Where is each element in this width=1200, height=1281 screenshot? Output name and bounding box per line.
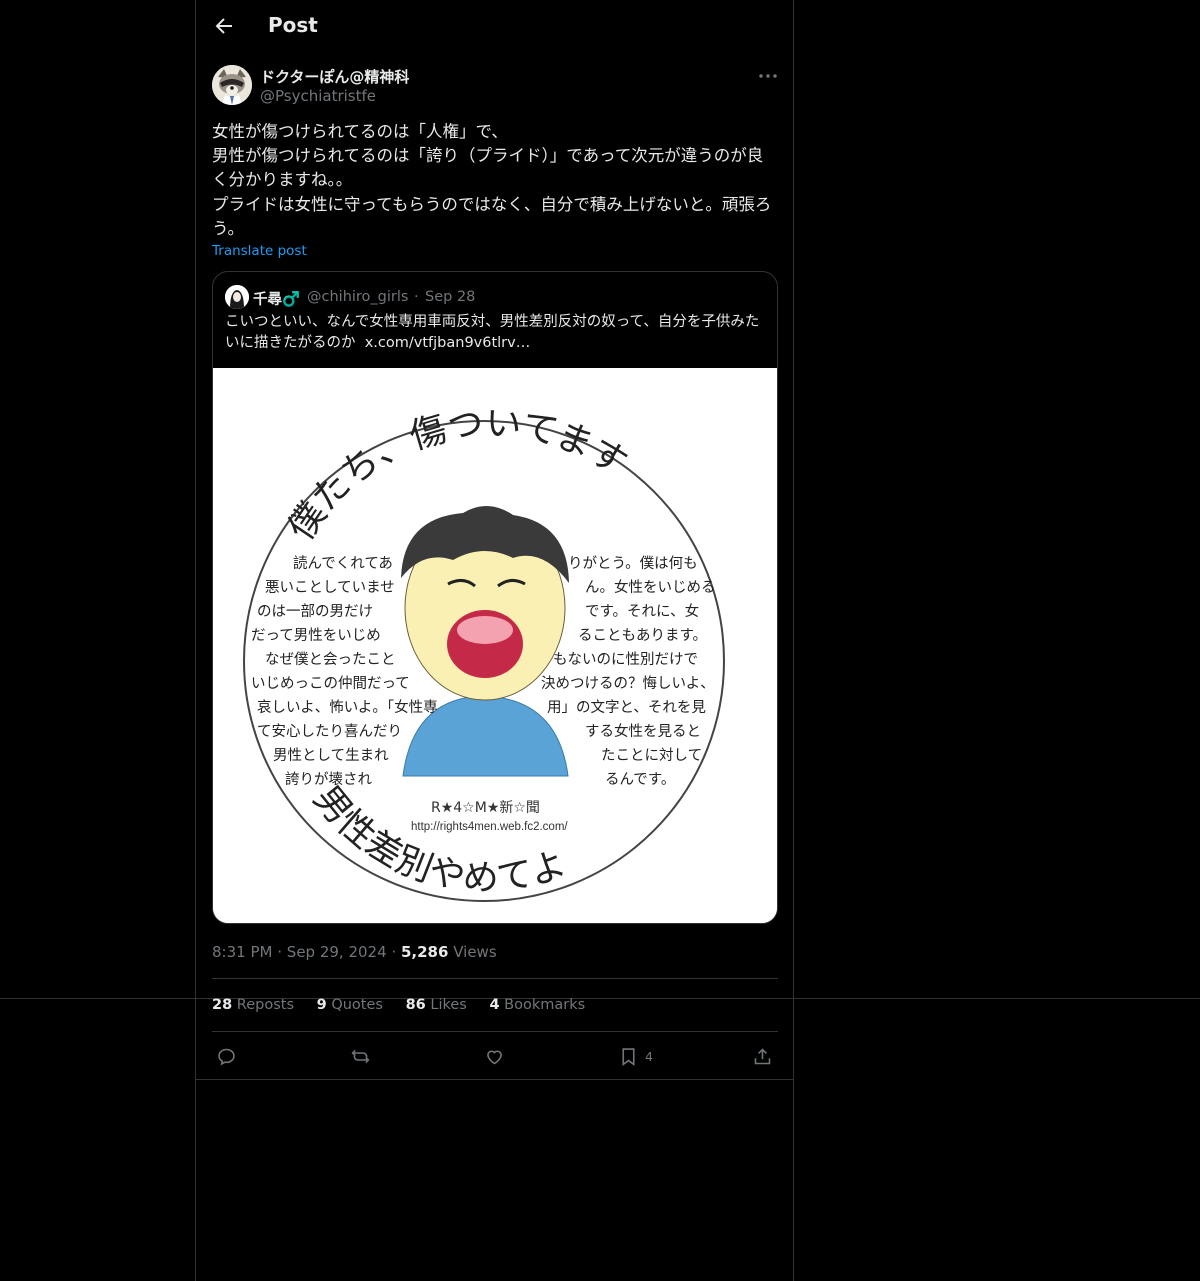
poster-left-line-8: て安心したり喜んだり <box>257 723 402 740</box>
poster-right-line-6: 決めつけるの？悔しいよ、 <box>541 675 715 692</box>
like-button[interactable] <box>484 1042 505 1070</box>
post-text: 女性が傷つけられてるのは「人権」で、 男性が傷つけられてるのは「誇り（プライド）… <box>212 122 772 238</box>
likes-count: 86 <box>405 997 426 1013</box>
quoted-author-name[interactable]: 千尋♂️ <box>253 288 300 309</box>
quoted-image[interactable]: 僕たち、傷ついてます 男性差別やめてよ 読んでくれてあ 悪いことしていませ のは… <box>213 368 777 923</box>
bookmark-button[interactable]: 4 <box>618 1042 653 1070</box>
poster-right-line-10: るんです。 <box>605 771 675 788</box>
translate-post-link[interactable]: Translate post <box>212 243 307 259</box>
quoted-separator: · <box>414 289 419 305</box>
poster-left-line-9: 男性として生まれ <box>273 747 389 764</box>
post-date[interactable]: Sep 29, 2024 <box>287 943 387 961</box>
author-name[interactable]: ドクターぽん@精神科 <box>260 66 409 87</box>
like-icon <box>487 1050 502 1064</box>
poster-right-line-3: です。それに、女 <box>585 602 699 620</box>
poster-right-line-2: ん。女性をいじめる <box>585 578 716 596</box>
poster-left-line-1: 読んでくれてあ <box>293 555 393 572</box>
share-icon <box>754 1047 771 1064</box>
raccoon-avatar-illustration <box>212 65 252 105</box>
reposts-label: Reposts <box>236 997 295 1013</box>
poster-right-line-7: 用」の文字と、それを見 <box>547 699 706 716</box>
quoted-post[interactable]: 千尋♂️ @chihiro_girls · Sep 28 こいつといい、なんで女… <box>212 271 778 924</box>
quoted-author-avatar[interactable] <box>225 285 249 309</box>
post-meta: 8:31 PM · Sep 29, 2024 · 5,286 Views <box>212 943 497 961</box>
author-handle[interactable]: @Psychiatristfe <box>260 87 376 105</box>
repost-icon <box>351 1049 370 1063</box>
bookmark-count: 4 <box>645 1048 653 1064</box>
poster-left-line-2: 悪いことしていませ <box>265 580 395 596</box>
poster-right-line-1: りがとう。僕は何も <box>568 555 698 572</box>
bookmarks-stat[interactable]: 4 Bookmarks <box>489 997 585 1013</box>
quoted-text: こいつといい、なんで女性専用車両反対、男性差別反対の奴って、自分を子供みたいに描… <box>225 312 770 354</box>
post-stats: 28 Reposts 9 Quotes 86 Likes 4 Bookmarks <box>212 997 603 1013</box>
poster-right-line-8: する女性を見ると <box>585 722 701 740</box>
post-time[interactable]: 8:31 PM <box>212 943 272 961</box>
quotes-stat[interactable]: 9 Quotes <box>317 997 383 1013</box>
poster-url: http://rights4men.web.fc2.com/ <box>411 821 568 833</box>
more-icon[interactable] <box>756 64 780 88</box>
action-bar: 4 <box>212 1042 778 1072</box>
meta-separator-2: · <box>391 943 397 961</box>
poster-signature: R★4☆M★新☆聞 <box>431 800 540 816</box>
poster-right-line-5: もないのに性別だけで <box>553 651 698 668</box>
back-arrow-icon[interactable] <box>212 14 236 38</box>
bookmarks-count: 4 <box>489 997 500 1013</box>
share-button[interactable] <box>752 1042 773 1070</box>
views-count: 5,286 <box>400 943 449 961</box>
post-bottom-border <box>196 1079 793 1080</box>
poster-right-line-4: ることもあります。 <box>578 627 707 644</box>
quoted-date[interactable]: Sep 28 <box>425 289 475 305</box>
poster-right-line-9: たことに対して <box>601 747 702 764</box>
poster-left-line-6: いじめっこの仲間だって <box>251 675 410 692</box>
stats-divider-top <box>212 978 778 979</box>
bookmarks-label: Bookmarks <box>504 997 586 1013</box>
author-avatar[interactable] <box>212 65 252 105</box>
top-bar: Post <box>196 0 793 54</box>
views-label: Views <box>453 943 497 961</box>
poster-left-line-5: なぜ僕と会ったこと <box>265 651 396 668</box>
quoted-avatar-illustration <box>225 285 249 309</box>
quotes-label: Quotes <box>331 997 383 1013</box>
likes-stat[interactable]: 86 Likes <box>406 997 467 1013</box>
bookmark-icon <box>622 1047 635 1066</box>
repost-button[interactable] <box>350 1042 371 1070</box>
reposts-stat[interactable]: 28 Reposts <box>212 997 294 1013</box>
poster-left-line-4: だって男性をいじめ <box>251 627 381 644</box>
reposts-count: 28 <box>212 997 233 1013</box>
poster-left-line-7: 哀しいよ、怖いよ。「女性専 <box>257 698 438 716</box>
main-column: Post ドクターぽん@精神科 @Psychiatristfe 女性が傷つけられ… <box>195 0 794 1281</box>
quotes-count: 9 <box>316 997 327 1013</box>
quoted-author-handle[interactable]: @chihiro_girls <box>307 289 408 305</box>
reply-icon <box>218 1048 235 1065</box>
poster-left-line-10: 誇りが壊され <box>285 771 372 788</box>
page-title: Post <box>268 13 318 37</box>
reply-button[interactable] <box>216 1042 237 1070</box>
stats-divider-bottom <box>212 1031 778 1032</box>
meta-separator-1: · <box>277 943 283 961</box>
likes-label: Likes <box>430 997 467 1013</box>
poster-illustration: 僕たち、傷ついてます 男性差別やめてよ 読んでくれてあ 悪いことしていませ のは… <box>213 368 777 923</box>
poster-left-line-3: のは一部の男だけ <box>257 603 373 620</box>
quoted-link[interactable]: x.com/vtfjban9v6tlrv… <box>365 335 531 351</box>
